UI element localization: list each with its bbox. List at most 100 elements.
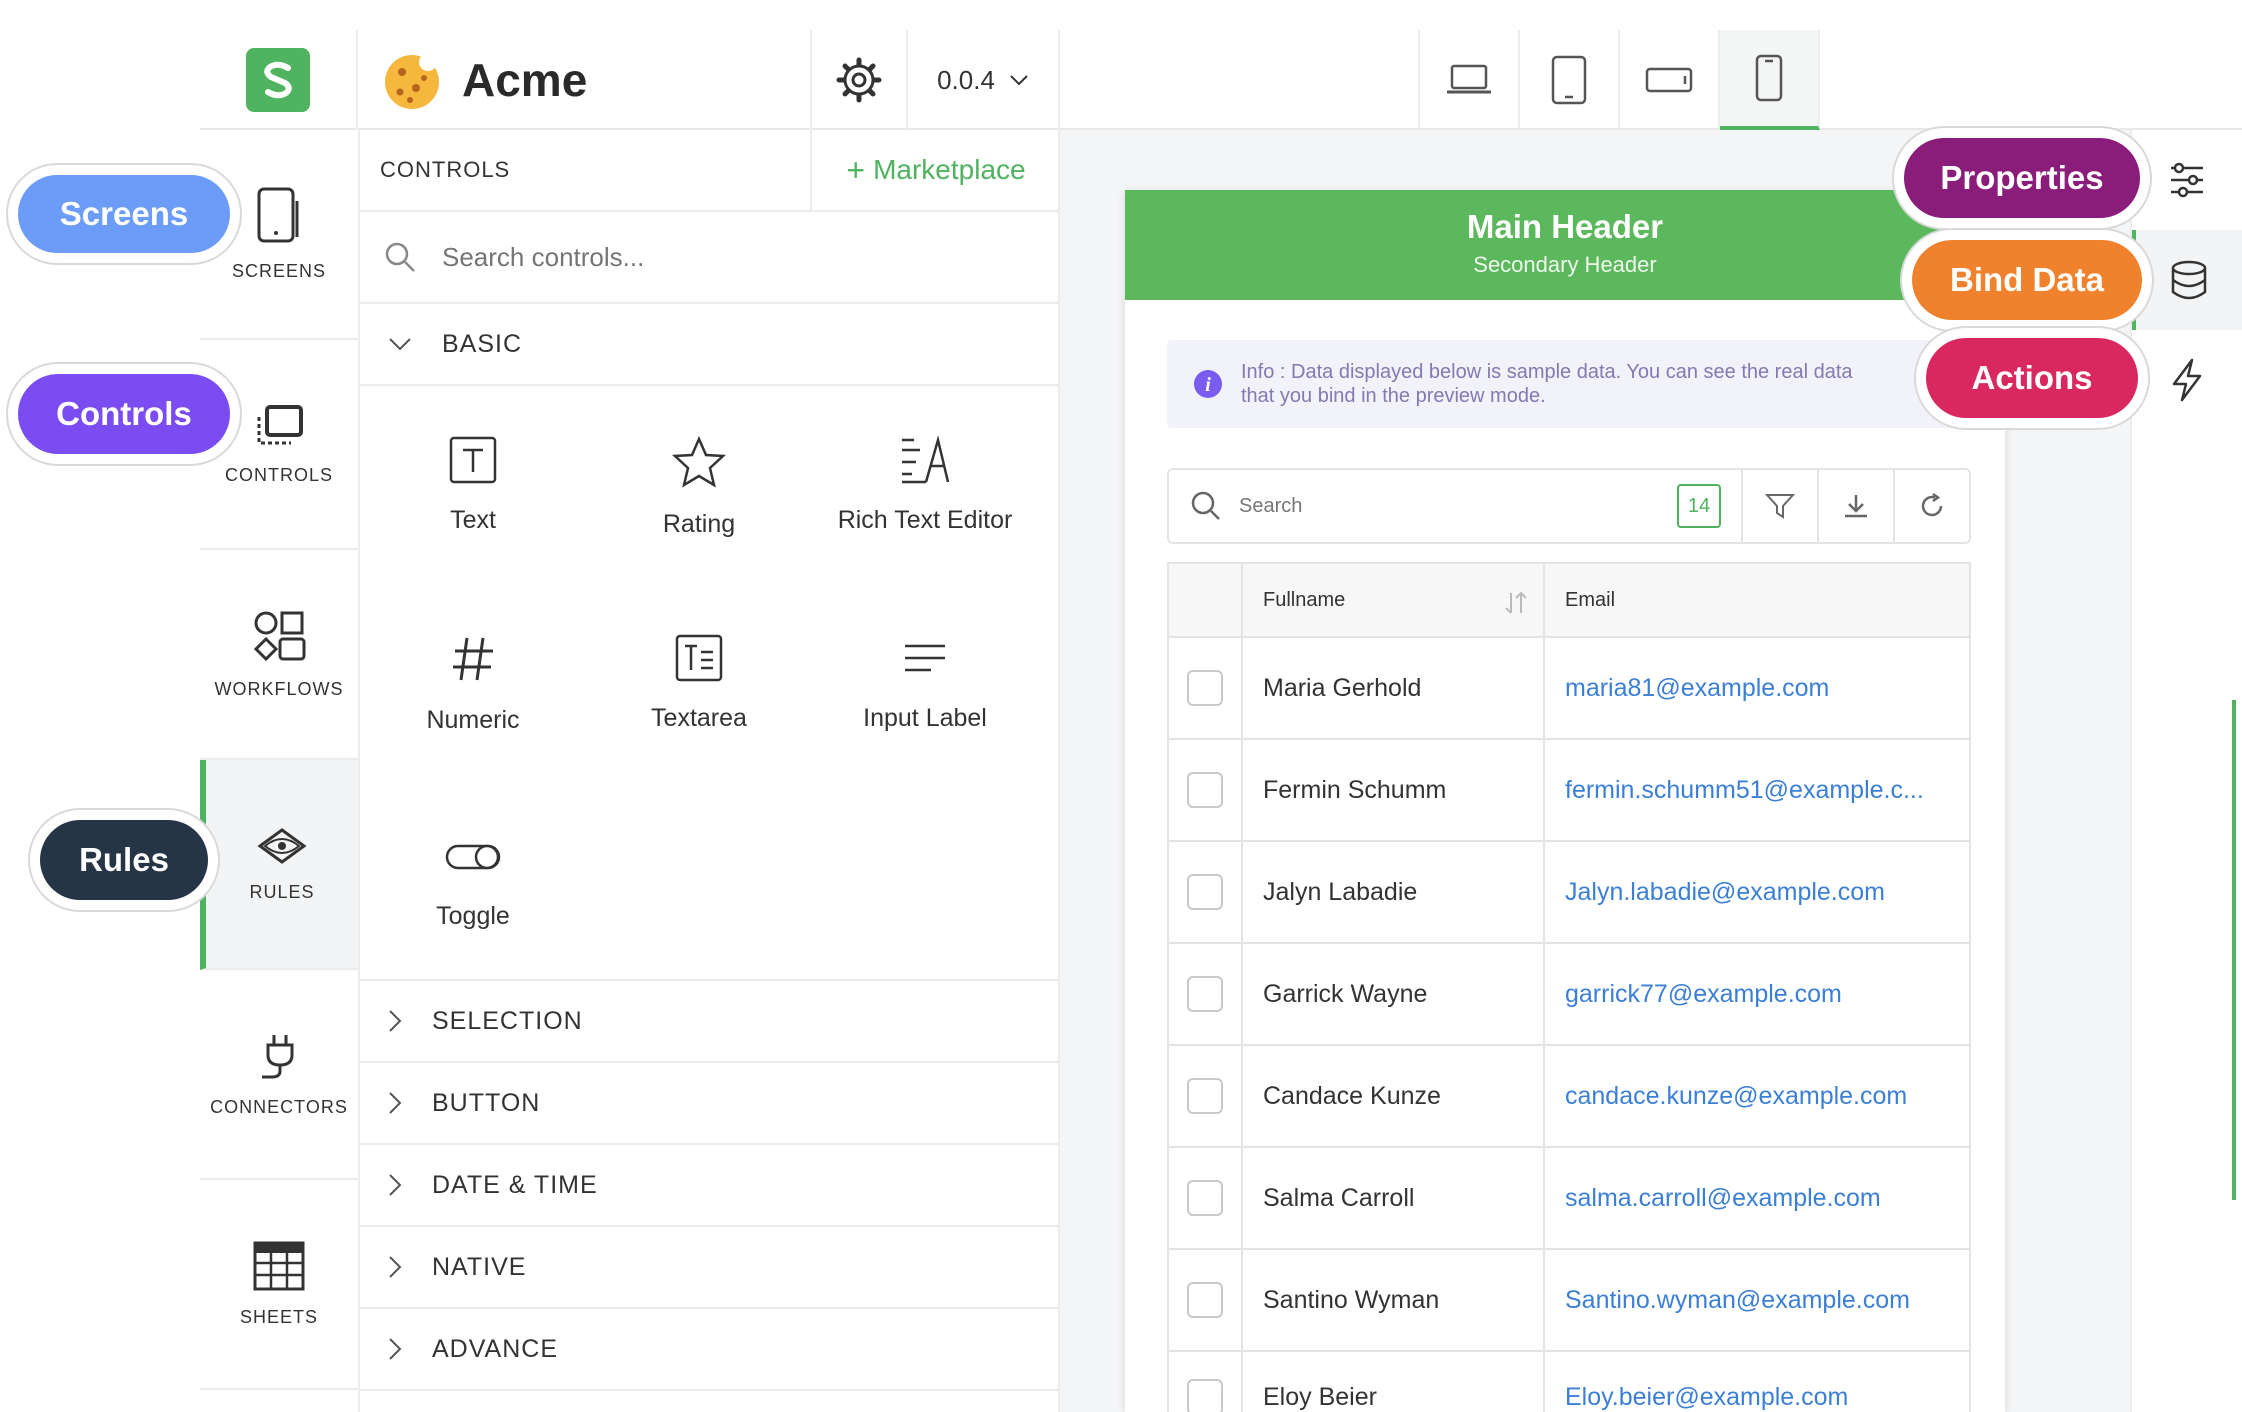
chevron-right-icon [389, 1338, 402, 1360]
email-link[interactable]: salma.carroll@example.com [1545, 1148, 1969, 1248]
email-link[interactable]: fermin.schumm51@example.c... [1545, 740, 1969, 840]
section-advance[interactable]: ADVANCE [360, 1309, 1058, 1391]
email-link[interactable]: Santino.wyman@example.com [1545, 1250, 1969, 1350]
rules-callout: Rules [40, 820, 208, 900]
download-button[interactable] [1817, 470, 1893, 542]
properties-tab[interactable] [2132, 130, 2242, 230]
fullname-cell: Fermin Schumm [1243, 740, 1545, 840]
plug-icon [262, 1034, 294, 1078]
table-row[interactable]: Jalyn Labadie Jalyn.labadie@example.com [1169, 842, 1969, 944]
column-header-email[interactable]: Email [1545, 564, 1969, 636]
device-phone-button[interactable] [1720, 30, 1820, 130]
table-search-input[interactable] [1239, 494, 1639, 518]
row-checkbox[interactable] [1187, 874, 1223, 910]
row-select-cell [1169, 1352, 1243, 1412]
chevron-right-icon [389, 1174, 402, 1196]
controls-callout: Controls [18, 374, 230, 454]
gear-icon [836, 57, 882, 103]
download-icon [1845, 495, 1867, 518]
device-laptop-button[interactable] [1420, 30, 1520, 130]
tool-toggle[interactable]: Toggle [360, 832, 586, 931]
app-logo[interactable] [200, 30, 358, 130]
row-checkbox[interactable] [1187, 976, 1223, 1012]
version-label: 0.0.4 [937, 64, 995, 95]
column-label: Email [1565, 588, 1616, 611]
tool-textarea[interactable]: Textarea [586, 634, 812, 733]
email-link[interactable]: maria81@example.com [1545, 638, 1969, 738]
section-native[interactable]: NATIVE [360, 1227, 1058, 1309]
row-checkbox[interactable] [1187, 1379, 1223, 1412]
section-selection[interactable]: SELECTION [360, 981, 1058, 1063]
table-row[interactable]: Fermin Schumm fermin.schumm51@example.c..… [1169, 740, 1969, 842]
table-row[interactable]: Candace Kunze candace.kunze@example.com [1169, 1046, 1969, 1148]
table-row[interactable]: Eloy Beier Eloy.beier@example.com [1169, 1352, 1969, 1412]
table-header-row: Fullname Email [1169, 564, 1969, 638]
email-link[interactable]: garrick77@example.com [1545, 944, 1969, 1044]
email-link[interactable]: Eloy.beier@example.com [1545, 1352, 1969, 1412]
sheet-grid-icon [253, 1241, 305, 1290]
hash-icon [453, 637, 493, 681]
settings-button[interactable] [810, 30, 908, 130]
sidebar-item-label: RULES [249, 881, 315, 902]
tool-text[interactable]: Text [360, 436, 586, 535]
fullname-cell: Santino Wyman [1243, 1250, 1545, 1350]
table-row[interactable]: Maria Gerhold maria81@example.com [1169, 638, 1969, 740]
section-label: NATIVE [432, 1252, 527, 1281]
tool-rating[interactable]: Rating [586, 436, 812, 539]
section-basic[interactable]: BASIC [360, 304, 1058, 386]
search-controls-input[interactable] [442, 241, 1002, 273]
row-select-cell [1169, 740, 1243, 840]
device-tablet-landscape-button[interactable] [1620, 30, 1720, 130]
row-checkbox[interactable] [1187, 772, 1223, 808]
sidebar-item-label: CONNECTORS [210, 1096, 348, 1117]
column-header-fullname[interactable]: Fullname [1243, 564, 1545, 636]
bind-data-callout: Bind Data [1912, 240, 2142, 320]
device-tablet-button[interactable] [1520, 30, 1620, 130]
sidebar-item-workflows[interactable]: WORKFLOWS [200, 550, 358, 760]
row-checkbox[interactable] [1187, 1078, 1223, 1114]
screens-callout: Screens [18, 175, 230, 253]
sidebar-item-controls[interactable]: CONTROLS [200, 340, 358, 550]
sidebar-item-connectors[interactable]: CONNECTORS [200, 970, 358, 1180]
fullname-cell: Salma Carroll [1243, 1148, 1545, 1248]
email-link[interactable]: candace.kunze@example.com [1545, 1046, 1969, 1146]
table-row[interactable]: Garrick Wayne garrick77@example.com [1169, 944, 1969, 1046]
row-checkbox[interactable] [1187, 670, 1223, 706]
section-date-time[interactable]: DATE & TIME [360, 1145, 1058, 1227]
section-label: BUTTON [432, 1088, 541, 1117]
email-link[interactable]: Jalyn.labadie@example.com [1545, 842, 1969, 942]
info-icon: i [1194, 370, 1222, 398]
tool-label: Rating [662, 510, 736, 538]
version-dropdown[interactable]: 0.0.4 [908, 30, 1060, 130]
tool-numeric[interactable]: Numeric [360, 634, 586, 735]
tool-rich-text-editor[interactable]: Rich Text Editor [812, 436, 1038, 535]
table-toolbar: 14 [1167, 468, 1971, 544]
table-row[interactable]: Salma Carroll salma.carroll@example.com [1169, 1148, 1969, 1250]
cookie-icon [385, 53, 439, 109]
info-text-line1: Info : Data displayed below is sample da… [1241, 361, 1853, 383]
sidebar-item-sheets[interactable]: SHEETS [200, 1180, 358, 1390]
actions-tab[interactable] [2132, 330, 2242, 430]
sidebar-item-rules[interactable]: RULES [200, 760, 358, 970]
controls-panel: CONTROLS + Marketplace BASIC Text Rating… [360, 130, 1060, 1412]
marketplace-button[interactable]: + Marketplace [810, 130, 1060, 210]
app-name: Acme [462, 54, 588, 106]
filter-button[interactable] [1741, 470, 1817, 542]
preview-header[interactable]: Main Header Secondary Header [1125, 190, 2005, 300]
info-text-line2: that you bind in the preview mode. [1241, 385, 1546, 407]
tool-input-label[interactable]: Input Label [812, 634, 1038, 733]
sort-icon[interactable] [1503, 590, 1529, 616]
search-icon [385, 242, 415, 272]
row-select-cell [1169, 944, 1243, 1044]
row-checkbox[interactable] [1187, 1282, 1223, 1318]
refresh-button[interactable] [1893, 470, 1969, 542]
right-scrollbar[interactable] [2232, 700, 2236, 1200]
right-rail [2130, 130, 2242, 1412]
bind-data-tab[interactable] [2132, 230, 2242, 330]
secondary-header: Secondary Header [1473, 252, 1657, 277]
table-row[interactable]: Santino Wyman Santino.wyman@example.com [1169, 1250, 1969, 1352]
row-checkbox[interactable] [1187, 1180, 1223, 1216]
section-button[interactable]: BUTTON [360, 1063, 1058, 1145]
chevron-right-icon [389, 1010, 402, 1032]
toggle-icon [445, 844, 501, 870]
